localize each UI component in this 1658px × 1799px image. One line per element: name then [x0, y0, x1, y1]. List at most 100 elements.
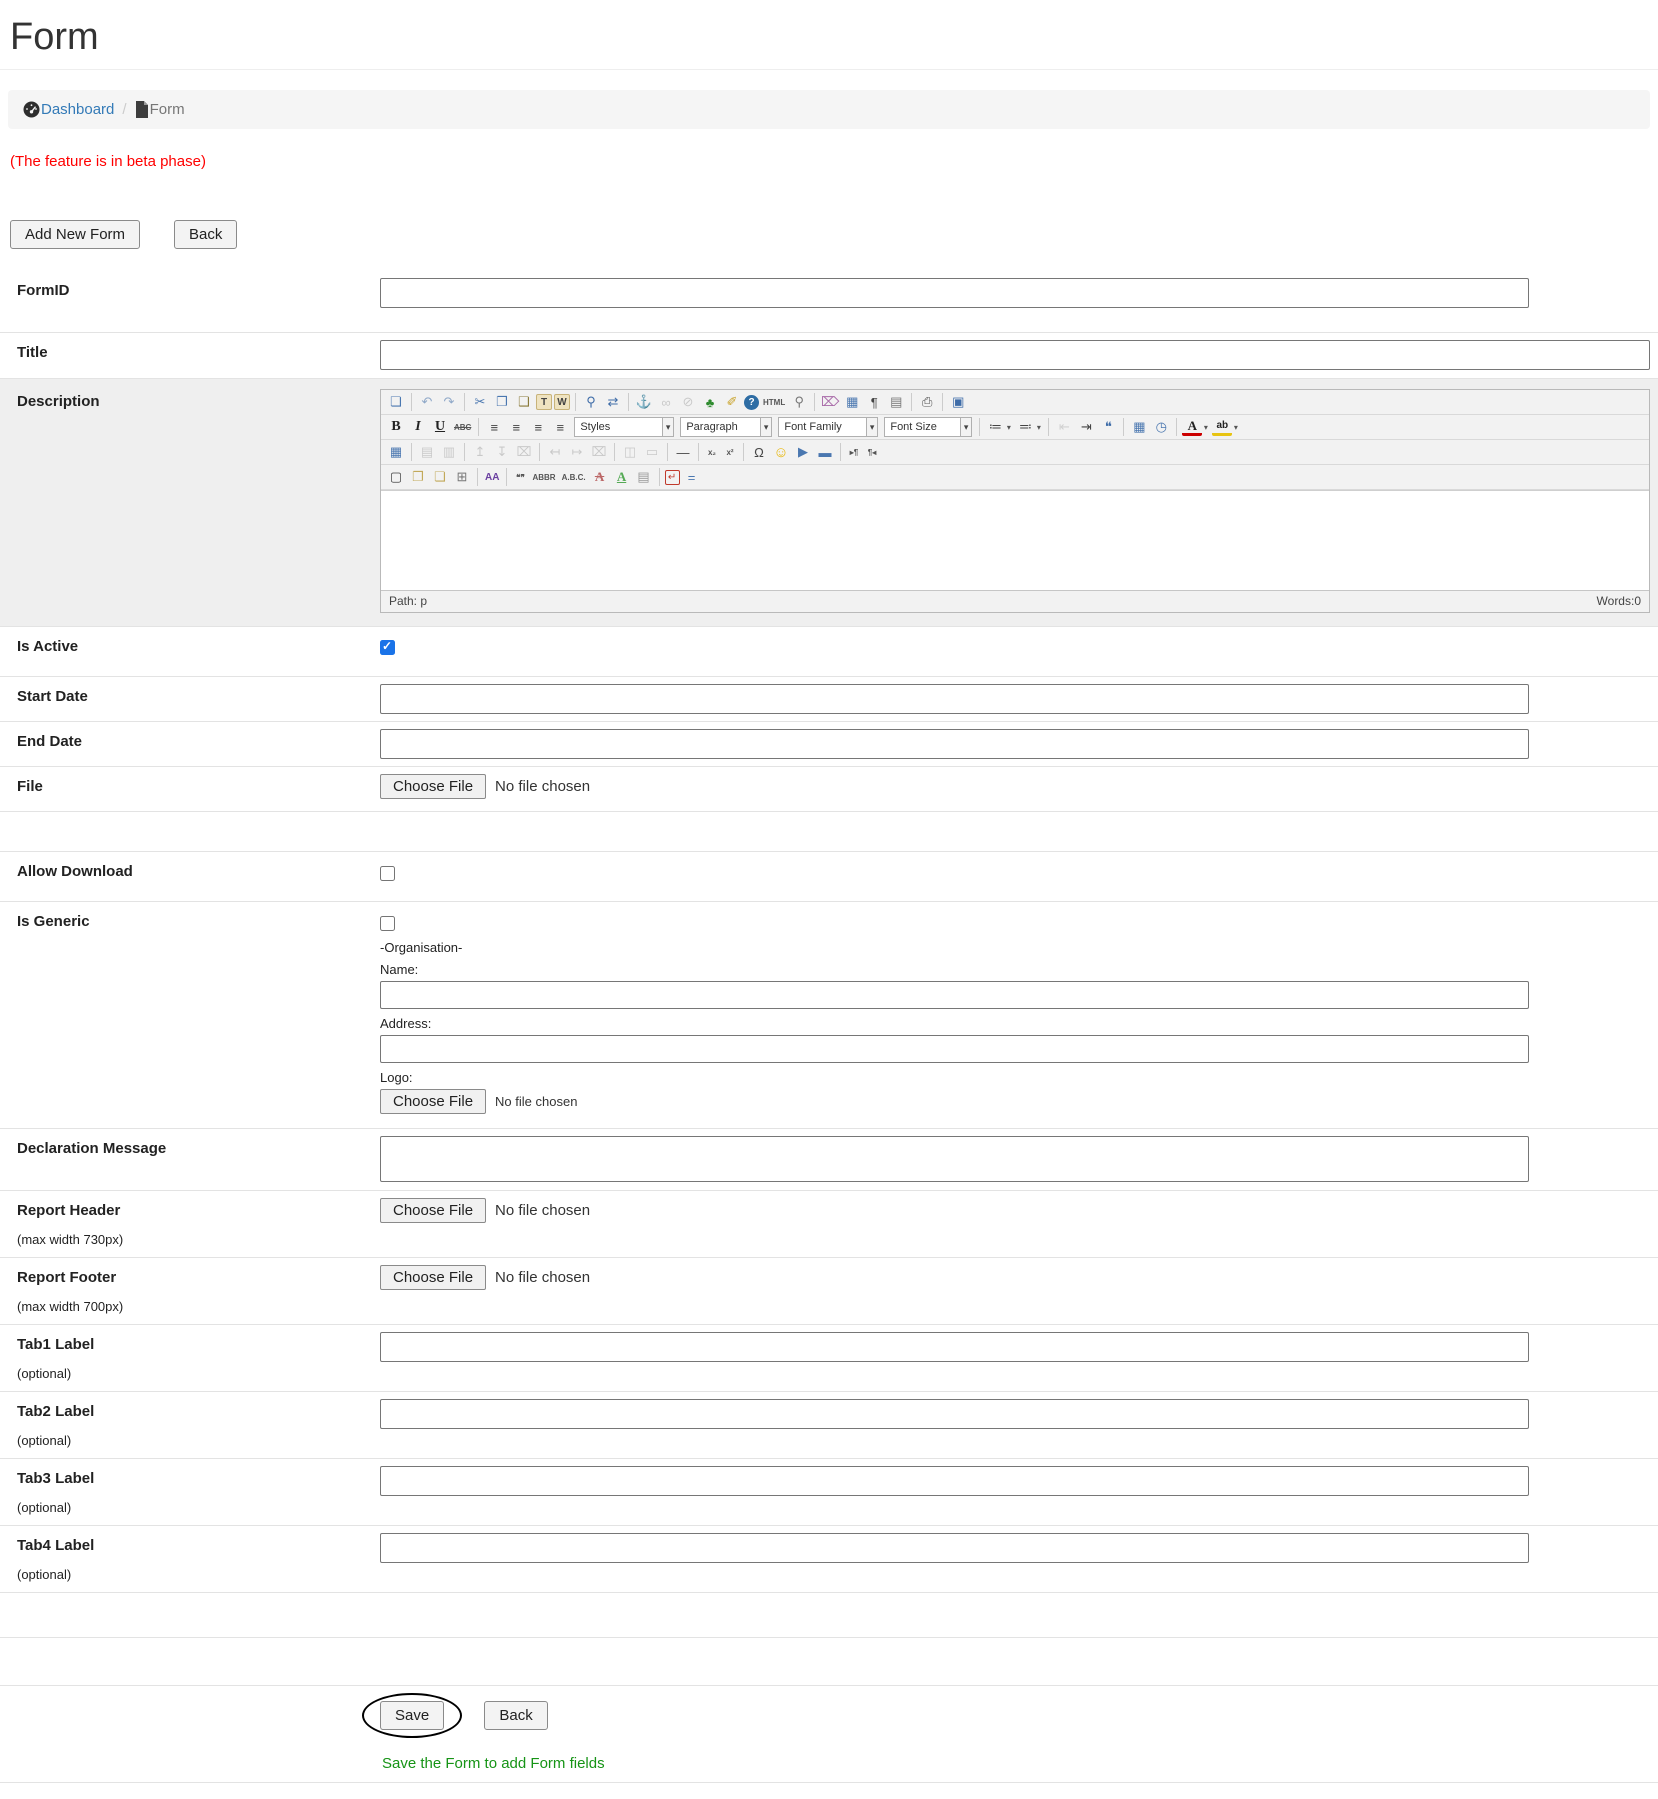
tab4-input[interactable]	[380, 1533, 1529, 1563]
subscript-icon[interactable]: x₂	[704, 442, 720, 462]
back-button-top[interactable]: Back	[174, 220, 237, 249]
paste-icon[interactable]: ❑	[514, 392, 534, 412]
new-document-icon[interactable]: ❏	[386, 392, 406, 412]
logo-choose-button[interactable]: Choose File	[380, 1089, 486, 1114]
acronym-icon[interactable]: A.B.C.	[560, 467, 588, 487]
anchor-icon[interactable]: ⚓	[634, 392, 654, 412]
insert-date-icon[interactable]: ▦	[1129, 417, 1149, 437]
insert-table-icon[interactable]: ▦	[842, 392, 862, 412]
find-replace-icon[interactable]: ⇄	[603, 392, 623, 412]
breadcrumb-dashboard-link[interactable]: Dashboard	[23, 101, 114, 118]
editor-content-area[interactable]	[381, 490, 1649, 590]
delete-col-icon[interactable]: ⌧	[589, 442, 609, 462]
styles-select[interactable]: Styles▾	[574, 417, 674, 437]
superscript-icon[interactable]: x²	[722, 442, 738, 462]
undo-icon[interactable]: ↶	[417, 392, 437, 412]
show-blocks-icon[interactable]: ¶	[864, 392, 884, 412]
special-char-icon[interactable]: Ω	[749, 442, 769, 462]
edit-table-icon[interactable]: ▦	[386, 442, 406, 462]
paste-from-word-icon[interactable]: W	[554, 394, 570, 410]
help-icon[interactable]: ?	[744, 395, 759, 410]
numbered-list-arrow[interactable]: ▾	[1034, 417, 1043, 437]
numbered-list-icon[interactable]: ≕	[1015, 417, 1035, 437]
emoticons-icon[interactable]: ☺	[771, 442, 791, 462]
advanced-hr-icon[interactable]: ▬	[815, 442, 835, 462]
redo-icon[interactable]: ↷	[439, 392, 459, 412]
align-left-icon[interactable]: ≡	[484, 417, 504, 437]
copy-icon[interactable]: ❐	[492, 392, 512, 412]
report-footer-choose-button[interactable]: Choose File	[380, 1265, 486, 1290]
cut-icon[interactable]: ✂	[470, 392, 490, 412]
media-icon[interactable]: ▶	[793, 442, 813, 462]
formid-input[interactable]	[380, 278, 1529, 308]
table-row-props-icon[interactable]: ▤	[417, 442, 437, 462]
visual-aid-icon[interactable]: ▢	[386, 467, 406, 487]
indent-icon[interactable]: ⇥	[1076, 417, 1096, 437]
insert-layer-icon[interactable]: ⊞	[452, 467, 472, 487]
html-source-icon[interactable]: HTML	[761, 392, 787, 412]
split-cells-icon[interactable]: ◫	[620, 442, 640, 462]
insert-col-after-icon[interactable]: ↦	[567, 442, 587, 462]
cleanup-icon[interactable]: ✐	[722, 392, 742, 412]
insert-col-before-icon[interactable]: ↤	[545, 442, 565, 462]
paragraph-select[interactable]: Paragraph▾	[680, 417, 772, 437]
highlight-color-icon[interactable]: ab	[1212, 419, 1232, 436]
style-props-icon[interactable]: AA	[483, 467, 501, 487]
preview-icon[interactable]: ⚲	[789, 392, 809, 412]
strikethrough-icon[interactable]: ABC	[452, 417, 473, 437]
remove-format-icon[interactable]: ⌦	[820, 392, 840, 412]
fullscreen-icon[interactable]: ▣	[948, 392, 968, 412]
attributes-icon[interactable]: ▤	[634, 467, 654, 487]
align-center-icon[interactable]: ≡	[506, 417, 526, 437]
table-cell-props-icon[interactable]: ▥	[439, 442, 459, 462]
blockquote-icon[interactable]: ❝	[1098, 417, 1118, 437]
add-new-form-button[interactable]: Add New Form	[10, 220, 140, 249]
organisation-address-input[interactable]	[380, 1035, 1529, 1063]
text-color-icon[interactable]: A	[1182, 419, 1202, 436]
file-choose-button[interactable]: Choose File	[380, 774, 486, 799]
merge-cells-icon[interactable]: ▭	[642, 442, 662, 462]
bold-icon[interactable]: B	[386, 417, 406, 437]
end-date-input[interactable]	[380, 729, 1529, 759]
align-right-icon[interactable]: ≡	[528, 417, 548, 437]
save-button[interactable]: Save	[380, 1701, 444, 1730]
tab3-input[interactable]	[380, 1466, 1529, 1496]
find-icon[interactable]: ⚲	[581, 392, 601, 412]
declaration-textarea[interactable]	[380, 1136, 1529, 1182]
abbreviation-icon[interactable]: ABBR	[530, 467, 557, 487]
outdent-icon[interactable]: ⇤	[1054, 417, 1074, 437]
italic-icon[interactable]: I	[408, 417, 428, 437]
unlink-icon[interactable]: ⊘	[678, 392, 698, 412]
tab2-input[interactable]	[380, 1399, 1529, 1429]
allow-download-checkbox[interactable]	[380, 866, 395, 881]
template-icon[interactable]: ▤	[886, 392, 906, 412]
font-size-select[interactable]: Font Size▾	[884, 417, 972, 437]
page-break-icon[interactable]: =	[682, 467, 702, 487]
deletion-icon[interactable]: A	[590, 467, 610, 487]
insertion-icon[interactable]: A	[612, 467, 632, 487]
tab1-input[interactable]	[380, 1332, 1529, 1362]
font-family-select[interactable]: Font Family▾	[778, 417, 878, 437]
is-generic-checkbox[interactable]	[380, 916, 395, 931]
paste-as-text-icon[interactable]: T	[536, 394, 552, 410]
horizontal-rule-icon[interactable]: —	[673, 442, 693, 462]
insert-row-before-icon[interactable]: ↥	[470, 442, 490, 462]
print-icon[interactable]: ⎙	[917, 392, 937, 412]
align-justify-icon[interactable]: ≡	[550, 417, 570, 437]
text-color-arrow[interactable]: ▾	[1201, 417, 1210, 437]
move-backward-icon[interactable]: ❏	[430, 467, 450, 487]
report-header-choose-button[interactable]: Choose File	[380, 1198, 486, 1223]
insert-row-after-icon[interactable]: ↧	[492, 442, 512, 462]
underline-icon[interactable]: U	[430, 417, 450, 437]
delete-row-icon[interactable]: ⌧	[514, 442, 534, 462]
title-input[interactable]	[380, 340, 1650, 370]
insert-time-icon[interactable]: ◷	[1151, 417, 1171, 437]
bullet-list-icon[interactable]: ≔	[985, 417, 1005, 437]
highlight-color-arrow[interactable]: ▾	[1231, 417, 1240, 437]
ltr-icon[interactable]: ▸¶	[846, 442, 862, 462]
start-date-input[interactable]	[380, 684, 1529, 714]
image-icon[interactable]: ♣	[700, 392, 720, 412]
citation-icon[interactable]: ❝❞	[512, 467, 528, 487]
organisation-name-input[interactable]	[380, 981, 1529, 1009]
is-active-checkbox[interactable]	[380, 640, 395, 655]
